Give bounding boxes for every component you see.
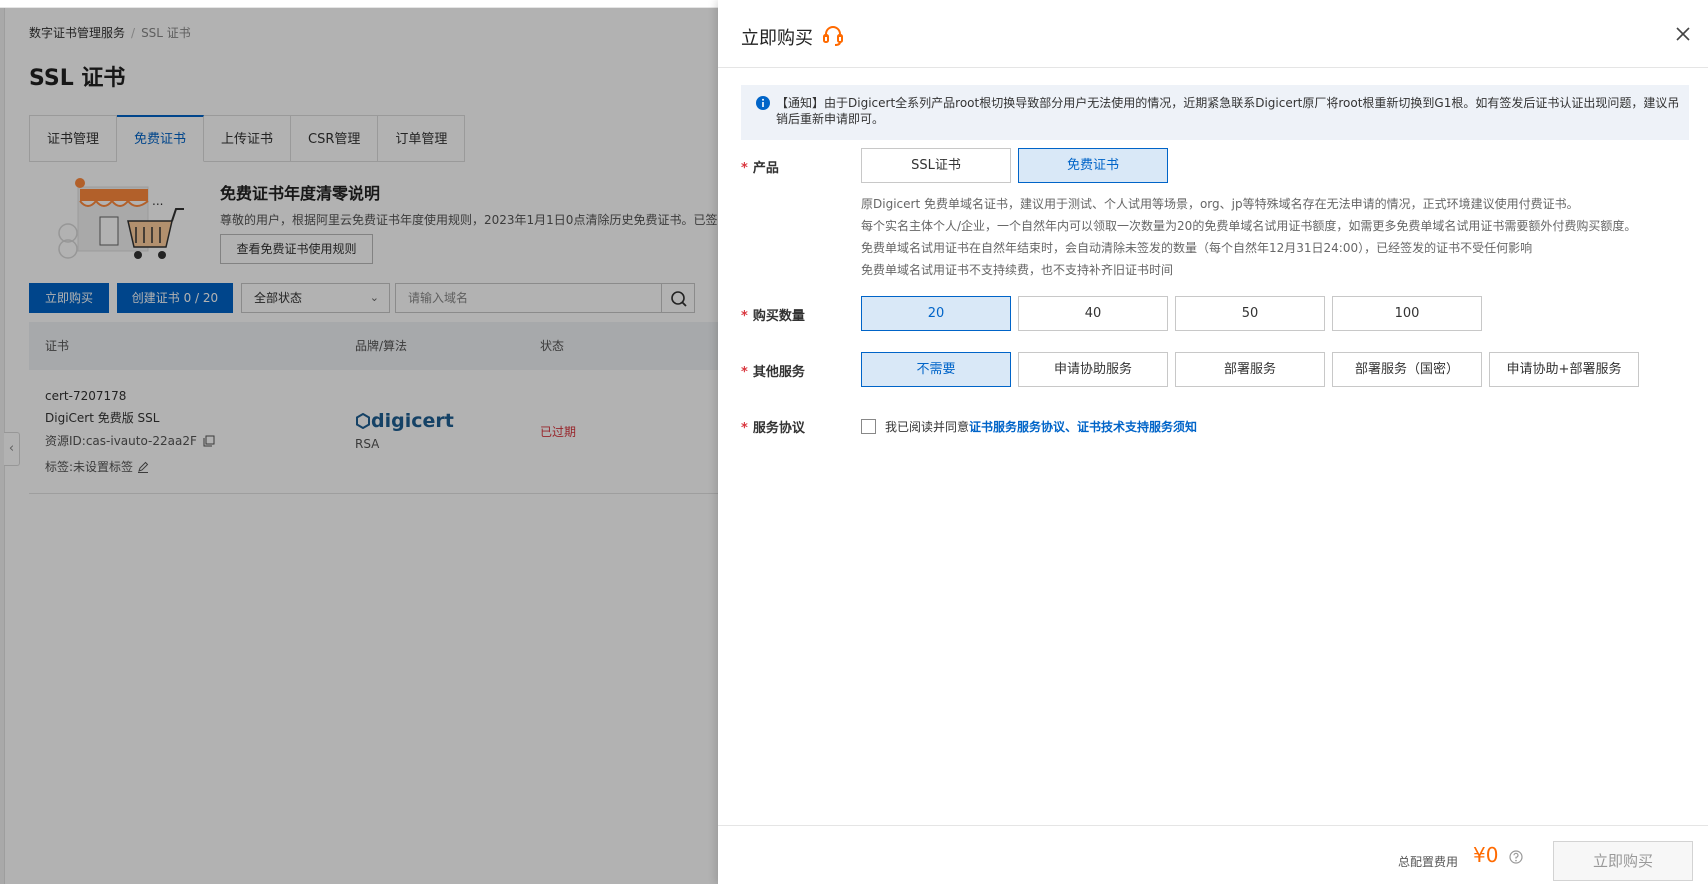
quantity-option-100[interactable]: 100 (1332, 296, 1482, 331)
drawer-footer: 总配置费用 ¥0 立即购买 (718, 825, 1708, 884)
headset-support-icon[interactable] (821, 24, 845, 48)
product-desc-line: 每个实名主体个人/企业，一个自然年内可以领取一次数量为20的免费单域名试用证书额… (861, 219, 1637, 233)
notice-text: 【通知】由于Digicert全系列产品root根切换导致部分用户无法使用的情况，… (776, 96, 1680, 126)
quantity-option-20[interactable]: 20 (861, 296, 1011, 331)
buy-drawer: 立即购买 【通知】由于Digicert全系列产品root根切换导致部分用户无法使… (718, 0, 1708, 884)
required-mark: * (741, 421, 748, 436)
total-fee-label: 总配置费用 (1398, 855, 1459, 869)
quantity-label-text: 购买数量 (752, 309, 805, 324)
product-description: 原Digicert 免费单域名证书，建议用于测试、个人试用等场景，org、jp等… (861, 193, 1636, 281)
product-option-free[interactable]: 免费证书 (1018, 148, 1168, 183)
agreement-text: 我已阅读并同意 (885, 420, 970, 434)
drawer-title: 立即购买 (741, 28, 813, 49)
info-icon (756, 96, 770, 110)
service-option-none[interactable]: 不需要 (861, 352, 1011, 387)
agreement-row: 我已阅读并同意 证书服务服务协议、证书技术支持服务须知 (861, 418, 1197, 435)
agreement-label-text: 服务协议 (752, 421, 805, 436)
service-option-deploy-sm[interactable]: 部署服务（国密） (1332, 352, 1482, 387)
service-option-deploy[interactable]: 部署服务 (1175, 352, 1325, 387)
close-icon[interactable] (1675, 26, 1691, 42)
modal-overlay[interactable] (0, 8, 718, 884)
product-label: * 产品 (741, 157, 779, 176)
product-option-ssl[interactable]: SSL证书 (861, 148, 1011, 183)
required-mark: * (741, 161, 748, 176)
product-desc-line: 免费单域名试用证书在自然年结束时，会自动清除未签发的数量（每个自然年12月31日… (861, 241, 1533, 255)
quantity-option-40[interactable]: 40 (1018, 296, 1168, 331)
help-icon[interactable] (1509, 850, 1523, 864)
agreement-link[interactable]: 证书服务服务协议、证书技术支持服务须知 (969, 418, 1197, 435)
required-mark: * (741, 365, 748, 380)
services-label: * 其他服务 (741, 361, 805, 380)
total-fee-value: ¥0 (1473, 843, 1499, 867)
service-option-apply-assist[interactable]: 申请协助服务 (1018, 352, 1168, 387)
confirm-buy-button[interactable]: 立即购买 (1553, 841, 1693, 881)
quantity-label: * 购买数量 (741, 305, 805, 324)
product-label-text: 产品 (752, 161, 779, 176)
product-desc-line: 免费单域名试用证书不支持续费，也不支持补齐旧证书时间 (861, 263, 1174, 277)
service-option-assist-deploy[interactable]: 申请协助+部署服务 (1489, 352, 1639, 387)
required-mark: * (741, 309, 748, 324)
agreement-checkbox[interactable] (861, 419, 876, 434)
product-desc-line: 原Digicert 免费单域名证书，建议用于测试、个人试用等场景，org、jp等… (861, 197, 1579, 211)
drawer-header: 立即购买 (718, 0, 1708, 68)
notice-banner: 【通知】由于Digicert全系列产品root根切换导致部分用户无法使用的情况，… (741, 85, 1689, 140)
services-label-text: 其他服务 (752, 365, 805, 380)
quantity-option-50[interactable]: 50 (1175, 296, 1325, 331)
agreement-label: * 服务协议 (741, 417, 805, 436)
